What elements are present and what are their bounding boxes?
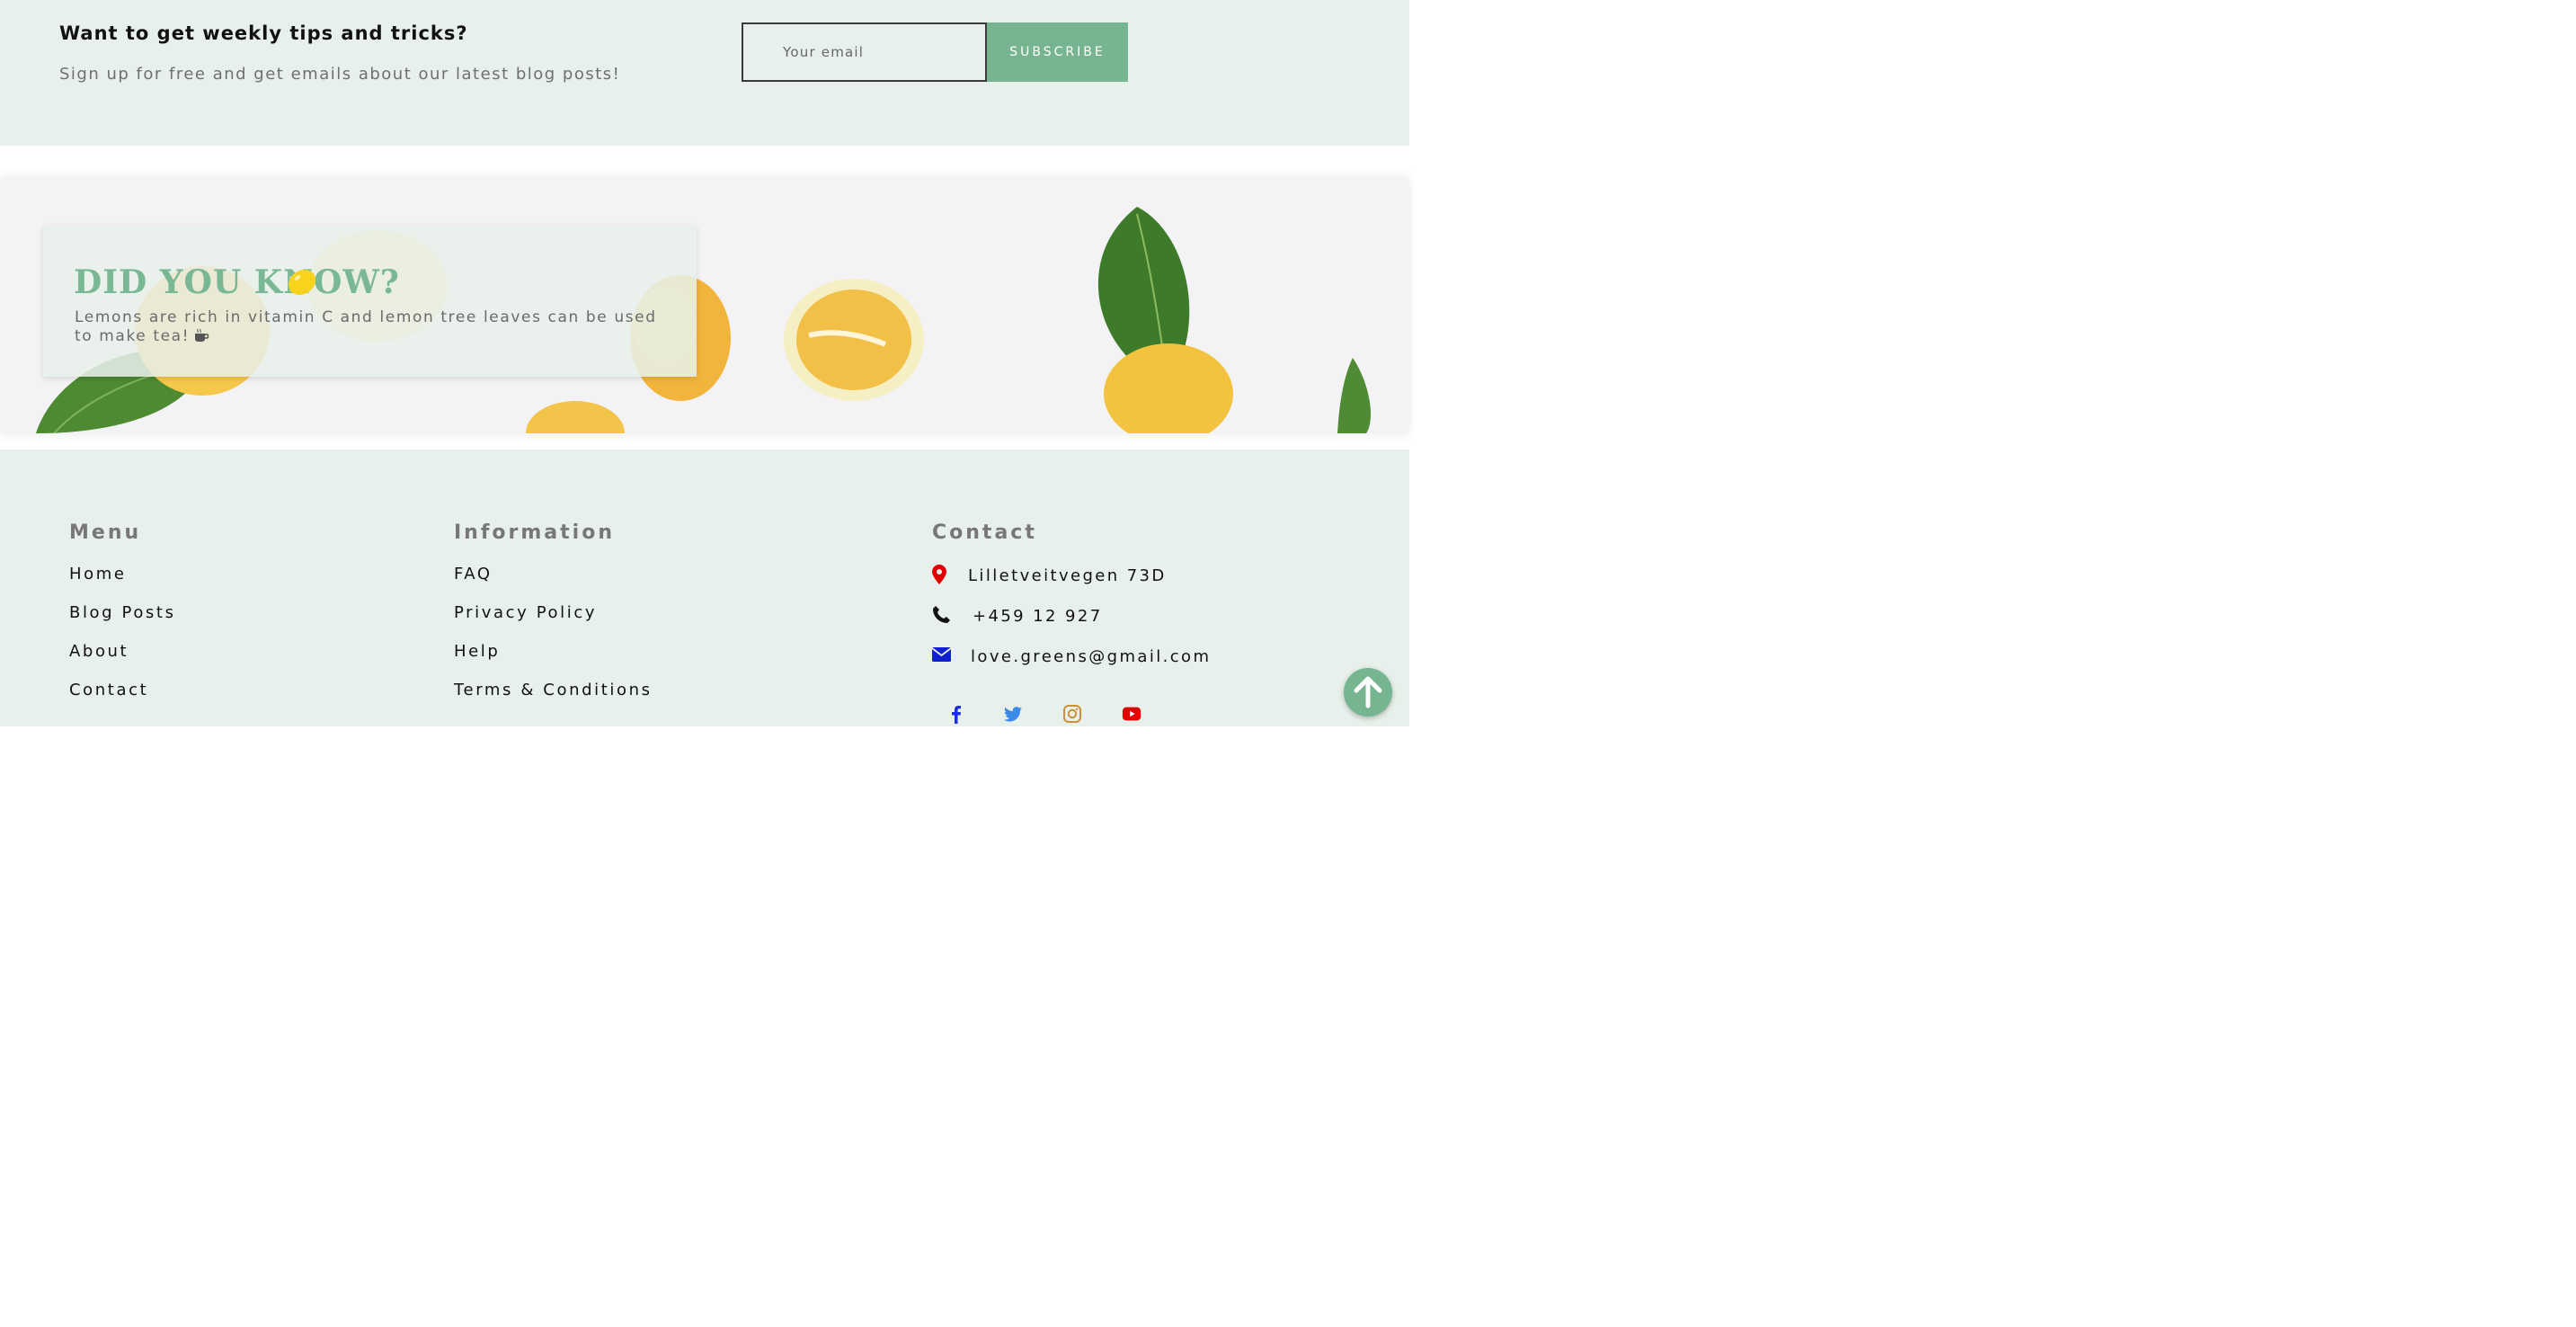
facebook-icon[interactable]: [946, 704, 966, 724]
info-link-help[interactable]: Help: [454, 642, 500, 661]
email-input[interactable]: [742, 22, 987, 82]
coffee-cup-icon: [195, 328, 209, 342]
twitter-icon[interactable]: [1003, 704, 1023, 724]
fact-text: Lemons are rich in vitamin C and lemon t…: [75, 308, 668, 346]
info-link-faq[interactable]: FAQ: [454, 565, 493, 583]
menu-link-contact[interactable]: Contact: [69, 681, 148, 699]
menu-link-home[interactable]: Home: [69, 565, 127, 583]
instagram-icon[interactable]: [1062, 704, 1082, 724]
site-footer: Menu Home Blog Posts About Contact Infor…: [0, 450, 1409, 726]
contact-title: Contact: [932, 521, 1037, 544]
arrow-up-icon: [1354, 676, 1382, 708]
youtube-icon[interactable]: [1122, 704, 1141, 724]
phone-text[interactable]: +459 12 927: [973, 607, 1103, 626]
email-text[interactable]: love.greens@gmail.com: [971, 647, 1211, 666]
info-link-privacy-policy[interactable]: Privacy Policy: [454, 603, 597, 622]
info-link-terms[interactable]: Terms & Conditions: [454, 681, 653, 699]
map-pin-icon: [932, 565, 946, 584]
menu-link-about[interactable]: About: [69, 642, 129, 661]
lemon-icon: [288, 269, 316, 296]
phone-icon: [933, 606, 950, 623]
subscribe-button[interactable]: SUBSCRIBE: [987, 22, 1128, 82]
menu-link-blog-posts[interactable]: Blog Posts: [69, 603, 176, 622]
newsletter-subtext: Sign up for free and get emails about ou…: [59, 65, 621, 84]
menu-title: Menu: [69, 521, 142, 544]
fact-card: DID YOU KNOW? Lemons are rich in vitamin…: [43, 226, 697, 377]
information-title: Information: [454, 521, 615, 544]
fact-title: DID YOU KNOW?: [74, 263, 400, 301]
newsletter-section: Want to get weekly tips and tricks? Sign…: [0, 0, 1409, 146]
envelope-icon: [932, 647, 951, 662]
scroll-to-top-button[interactable]: [1344, 668, 1392, 717]
address-text: Lilletveitvegen 73D: [968, 566, 1167, 585]
fact-text-content: Lemons are rich in vitamin C and lemon t…: [75, 308, 657, 345]
newsletter-heading: Want to get weekly tips and tricks?: [59, 22, 468, 44]
